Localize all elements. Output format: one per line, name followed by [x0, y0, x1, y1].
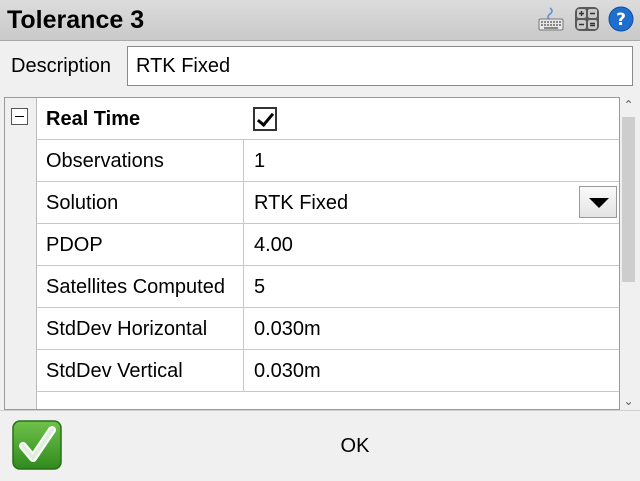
title-bar: Tolerance 3 ? — [0, 0, 640, 41]
solution-select[interactable]: RTK Fixed — [243, 182, 619, 224]
table-row: StdDev Vertical 0.030m — [37, 350, 619, 392]
collapse-icon[interactable] — [11, 108, 28, 125]
row-name-observations: Observations — [46, 150, 164, 172]
window-title: Tolerance 3 — [7, 6, 145, 34]
ok-button[interactable]: OK — [80, 421, 630, 471]
section-header-real-time: Real Time — [37, 98, 619, 140]
description-label: Description — [11, 55, 112, 77]
stddev-horizontal-value[interactable]: 0.030m — [243, 308, 619, 350]
row-name-stddev-horizontal: StdDev Horizontal — [46, 318, 208, 340]
section-label: Real Time — [46, 108, 141, 130]
table-row: Satellites Computed 5 — [37, 266, 619, 308]
scroll-up-icon[interactable]: ⌃ — [620, 97, 637, 114]
checkmark-icon[interactable] — [12, 420, 62, 470]
keyboard-icon[interactable] — [538, 6, 564, 32]
observations-value[interactable]: 1 — [243, 140, 619, 182]
solution-value: RTK Fixed — [254, 192, 349, 214]
row-name-solution: Solution — [46, 192, 119, 214]
real-time-checkbox[interactable] — [253, 107, 277, 131]
help-icon[interactable]: ? — [608, 6, 634, 32]
table-row-partial — [37, 392, 619, 409]
table-row: StdDev Horizontal 0.030m — [37, 308, 619, 350]
dropdown-arrow-button[interactable] — [579, 186, 617, 218]
svg-text:?: ? — [616, 10, 626, 30]
vertical-scrollbar[interactable]: ⌃ ⌄ — [620, 97, 637, 410]
description-field[interactable] — [127, 46, 633, 86]
row-name-pdop: PDOP — [46, 234, 103, 256]
grid-gutter — [5, 98, 37, 409]
row-name-satellites: Satellites Computed — [46, 276, 225, 298]
calculator-icon[interactable] — [574, 6, 600, 32]
table-row: Observations 1 — [37, 140, 619, 182]
pdop-value[interactable]: 4.00 — [243, 224, 619, 266]
bottom-bar: OK — [0, 410, 640, 481]
row-name-stddev-vertical: StdDev Vertical — [46, 360, 183, 382]
scroll-down-icon[interactable]: ⌄ — [620, 393, 637, 410]
satellites-value[interactable]: 5 — [243, 266, 619, 308]
stddev-vertical-value[interactable]: 0.030m — [243, 350, 619, 392]
table-row: PDOP 4.00 — [37, 224, 619, 266]
table-row: Solution RTK Fixed — [37, 182, 619, 224]
scroll-thumb[interactable] — [622, 117, 635, 282]
property-grid: Real Time Observations 1 Solution RTK Fi… — [4, 97, 620, 410]
